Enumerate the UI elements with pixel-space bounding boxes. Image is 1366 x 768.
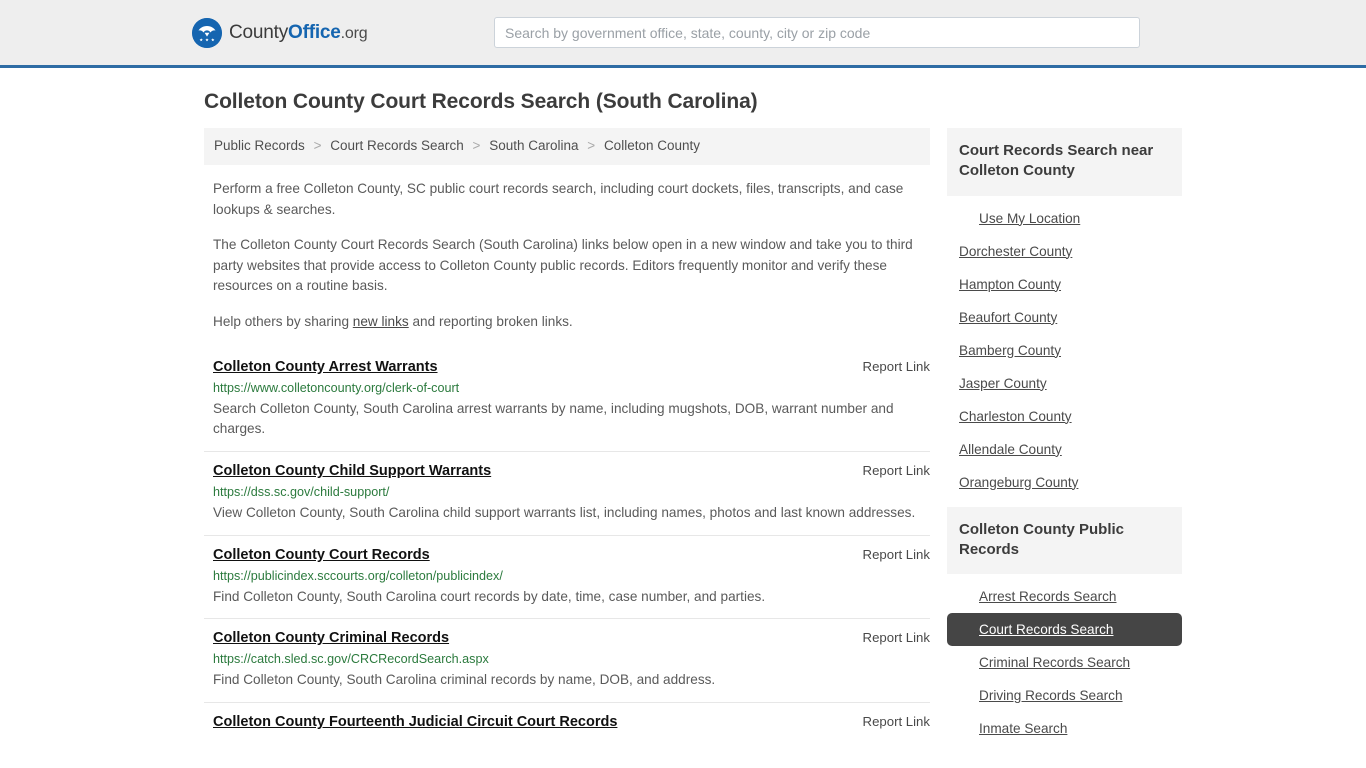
sidebar-item-arrest-records-search[interactable]: Arrest Records Search [947,580,1182,613]
nearby-search-panel-list: Use My Location Dorchester County Hampto… [947,196,1182,499]
sidebar-item-inmate-search[interactable]: Inmate Search [947,712,1182,745]
intro-p3-before: Help others by sharing [213,314,353,330]
result-title-link[interactable]: Colleton County Court Records [213,547,430,563]
search-bar[interactable] [494,17,1140,48]
report-link-button[interactable]: Report Link [849,359,930,374]
result-item: Colleton County Arrest Warrants Report L… [204,349,930,451]
sidebar-item-jasper-county[interactable]: Jasper County [947,367,1182,400]
intro-paragraph-3: Help others by sharing new links and rep… [204,297,930,333]
result-description: Find Colleton County, South Carolina cou… [213,588,766,604]
logo-text-county: County [229,21,289,43]
public-records-panel: Colleton County Public Records Arrest Re… [947,506,1182,746]
search-input[interactable] [494,17,1140,48]
breadcrumb-separator-icon: > [313,138,322,153]
result-title-link[interactable]: Colleton County Criminal Records [213,630,449,646]
result-description: Search Colleton County, South Carolina a… [213,400,894,437]
logo-text-org: .org [340,24,368,42]
result-url-link[interactable]: https://publicindex.sccourts.org/colleto… [213,569,930,583]
sidebar-item-charleston-county[interactable]: Charleston County [947,400,1182,433]
intro-p3-after: and reporting broken links. [408,314,573,330]
result-url-link[interactable]: https://dss.sc.gov/child-support/ [213,485,930,499]
eagle-shield-logo-icon [192,17,222,48]
nearby-search-panel: Court Records Search near Colleton Count… [947,128,1182,499]
result-item: Colleton County Court Records Report Lin… [204,534,930,619]
report-link-button[interactable]: Report Link [849,547,930,562]
main-column: Public Records > Court Records Search > … [204,128,930,753]
report-link-button[interactable]: Report Link [849,463,930,478]
result-item: Colleton County Child Support Warrants R… [204,451,930,535]
intro-paragraph-1: Perform a free Colleton County, SC publi… [213,180,904,217]
sidebar-item-criminal-records-search[interactable]: Criminal Records Search [947,646,1182,679]
intro-section: Perform a free Colleton County, SC publi… [204,165,930,333]
sidebar-item-allendale-county[interactable]: Allendale County [947,433,1182,466]
result-header: Colleton County Fourteenth Judicial Circ… [213,714,930,730]
sidebar-item-bamberg-county[interactable]: Bamberg County [947,334,1182,367]
result-header: Colleton County Court Records Report Lin… [213,547,930,563]
sidebar: Court Records Search near Colleton Count… [947,128,1182,753]
sidebar-item-dorchester-county[interactable]: Dorchester County [947,235,1182,268]
nearby-search-panel-title: Court Records Search near Colleton Count… [947,128,1182,196]
sidebar-item-court-records-search[interactable]: Court Records Search [947,613,1182,646]
sidebar-item-beaufort-county[interactable]: Beaufort County [947,301,1182,334]
result-url-link[interactable]: https://www.colletoncounty.org/clerk-of-… [213,381,930,395]
breadcrumb-separator-icon: > [472,138,481,153]
intro-paragraph-2: The Colleton County Court Records Search… [213,237,913,294]
logo-text-office: Office [288,21,341,43]
public-records-panel-title: Colleton County Public Records [947,506,1182,574]
report-link-button[interactable]: Report Link [849,630,930,645]
result-description: View Colleton County, South Carolina chi… [213,505,916,521]
result-title-link[interactable]: Colleton County Child Support Warrants [213,463,491,479]
breadcrumb-item-court-records-search[interactable]: Court Records Search [330,138,464,153]
result-header: Colleton County Arrest Warrants Report L… [213,359,930,375]
site-logo-wordmark: CountyOffice.org [229,21,368,44]
result-item: Colleton County Criminal Records Report … [204,618,930,702]
sidebar-item-driving-records-search[interactable]: Driving Records Search [947,679,1182,712]
breadcrumb-item-south-carolina[interactable]: South Carolina [489,138,578,153]
result-item: Colleton County Fourteenth Judicial Circ… [204,702,930,741]
breadcrumb-item-public-records[interactable]: Public Records [214,138,305,153]
content-row: Public Records > Court Records Search > … [0,128,1366,753]
result-title-link[interactable]: Colleton County Arrest Warrants [213,359,438,375]
result-header: Colleton County Criminal Records Report … [213,630,930,646]
result-description: Find Colleton County, South Carolina cri… [213,672,716,688]
result-url-link[interactable]: https://catch.sled.sc.gov/CRCRecordSearc… [213,652,930,666]
breadcrumb-separator-icon: > [587,138,596,153]
result-title-link[interactable]: Colleton County Fourteenth Judicial Circ… [213,714,617,730]
sidebar-item-orangeburg-county[interactable]: Orangeburg County [947,466,1182,499]
new-links-link[interactable]: new links [353,314,409,329]
site-logo[interactable]: CountyOffice.org [192,17,368,49]
breadcrumb-item-colleton-county[interactable]: Colleton County [604,138,700,153]
sidebar-item-hampton-county[interactable]: Hampton County [947,268,1182,301]
site-header: CountyOffice.org [0,0,1366,68]
result-header: Colleton County Child Support Warrants R… [213,463,930,479]
public-records-panel-list: Arrest Records Search Court Records Sear… [947,574,1182,745]
results-list: Colleton County Arrest Warrants Report L… [204,349,930,741]
breadcrumb: Public Records > Court Records Search > … [204,128,930,165]
page-body: Colleton County Court Records Search (So… [0,68,1366,753]
sidebar-item-use-my-location[interactable]: Use My Location [947,202,1182,235]
page-title: Colleton County Court Records Search (So… [204,90,758,113]
report-link-button[interactable]: Report Link [849,714,930,729]
